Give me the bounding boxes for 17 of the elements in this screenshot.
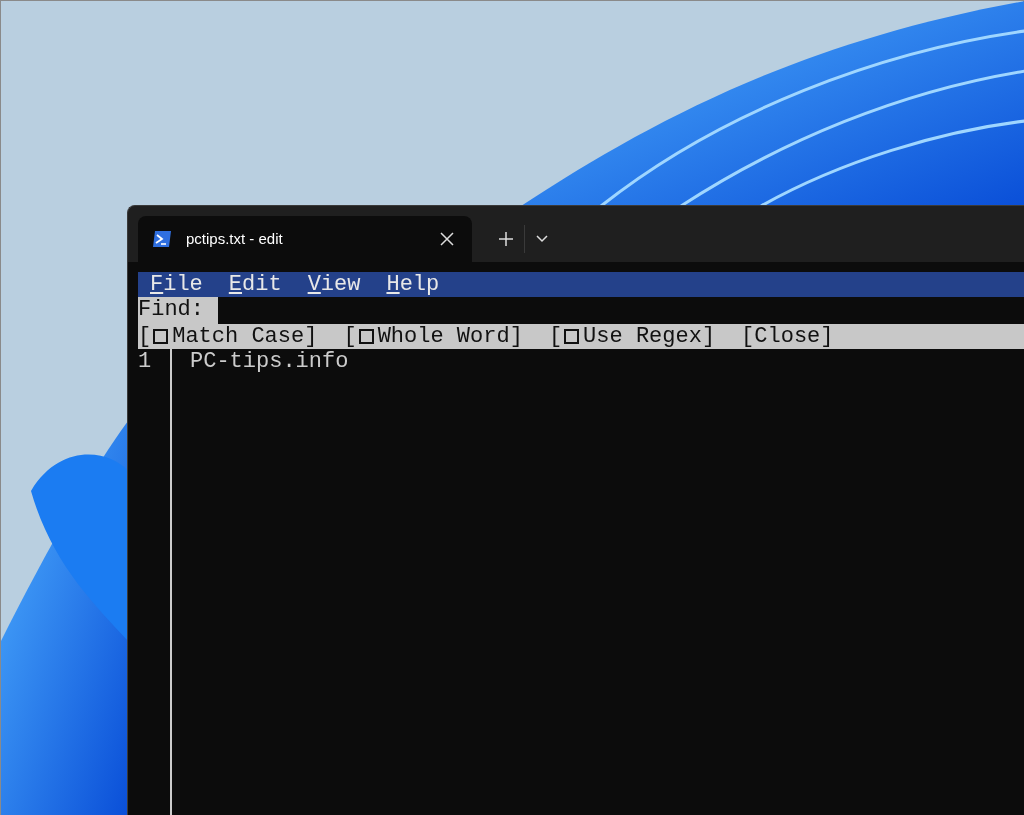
- code-line: PC-tips.info: [190, 349, 349, 374]
- terminal-tab[interactable]: pctips.txt - edit: [138, 216, 472, 262]
- checkbox-option[interactable]: [ Match Case]: [138, 324, 318, 349]
- tab-title: pctips.txt - edit: [186, 228, 283, 249]
- checkbox-option[interactable]: [ Whole Word]: [343, 324, 523, 349]
- checkbox-option[interactable]: [ Use Regex]: [548, 324, 716, 349]
- menu-item[interactable]: View: [307, 272, 361, 297]
- checkbox[interactable]: [153, 329, 169, 344]
- checkbox[interactable]: [358, 329, 374, 344]
- menu-item[interactable]: File: [150, 272, 203, 297]
- menu-item[interactable]: Help: [386, 272, 440, 297]
- line-number: 1: [138, 349, 153, 374]
- find-label: Find:: [138, 297, 218, 324]
- terminal-icon: [152, 230, 172, 248]
- close-button[interactable]: [Close]: [741, 324, 834, 349]
- checkbox[interactable]: [564, 329, 580, 344]
- menu-item[interactable]: Edit: [228, 272, 282, 297]
